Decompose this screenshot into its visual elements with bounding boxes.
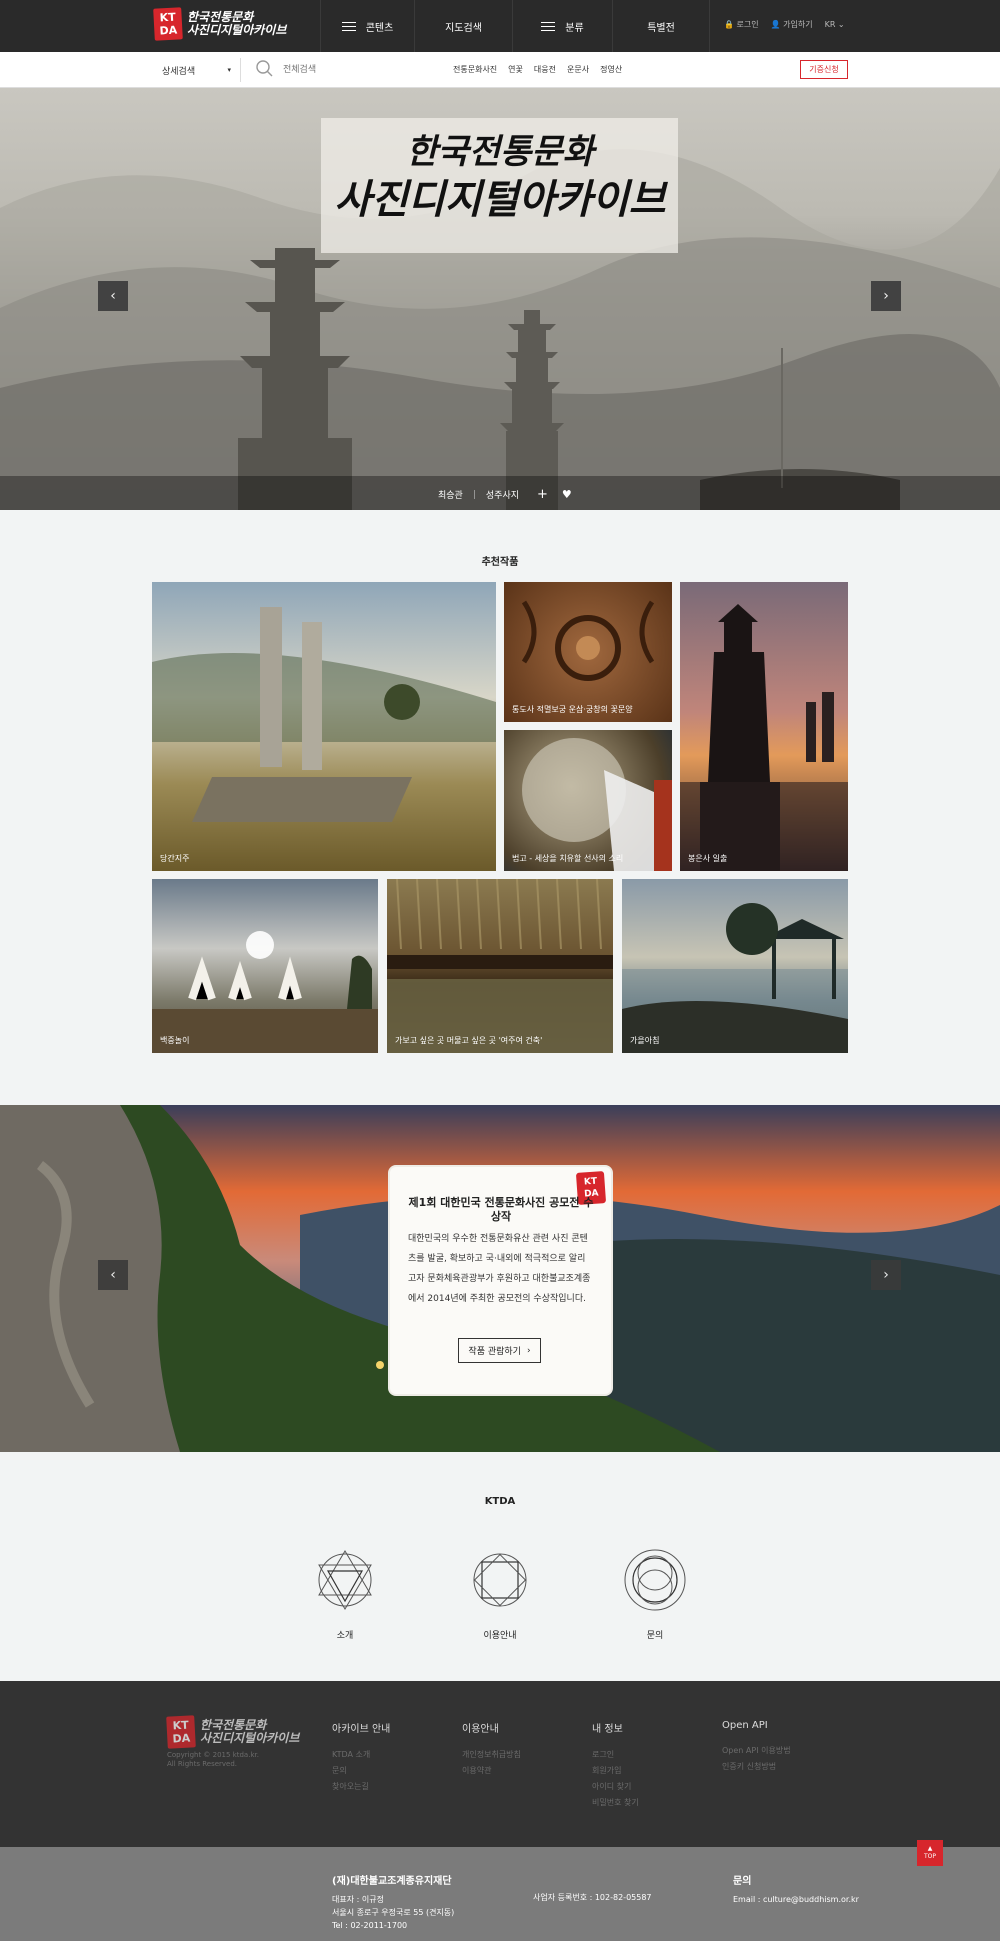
- menu-icon: [341, 21, 356, 31]
- join-link[interactable]: 👤 가입하기: [771, 19, 813, 30]
- hero-prev-button[interactable]: ‹: [98, 281, 128, 311]
- chevron-right-icon: ›: [883, 1267, 889, 1283]
- logo-wordmark: 한국전통문화 사진디지털아카이브: [187, 10, 287, 37]
- advanced-search-select[interactable]: 상세검색 ▾: [153, 58, 241, 82]
- view-works-button[interactable]: 작품 관람하기 ›: [458, 1338, 541, 1363]
- nav-category[interactable]: 분류: [512, 0, 612, 52]
- scroll-top-button[interactable]: ▲ TOP: [917, 1840, 943, 1866]
- keyword-link[interactable]: 대웅전: [534, 64, 556, 75]
- banner-next-button[interactable]: ›: [871, 1260, 901, 1290]
- footer-link[interactable]: 이용약관: [462, 1763, 521, 1779]
- recommended-tile[interactable]: 봉은사 일출: [680, 582, 848, 871]
- tile-photo: [521, 600, 655, 681]
- keyword-link[interactable]: 연꽃: [508, 64, 523, 75]
- footer-link[interactable]: 문의: [332, 1763, 390, 1779]
- language-select[interactable]: KR ⌄: [825, 20, 845, 29]
- login-link[interactable]: 🔒 로그인: [724, 19, 759, 30]
- circle-emblem-icon: [624, 1549, 686, 1611]
- tile-photo: [152, 931, 378, 1053]
- footer-link[interactable]: 비밀번호 찾기: [592, 1795, 639, 1811]
- hero-title: 한국전통문화 사진디지털아카이브: [334, 132, 666, 223]
- recommended-tile[interactable]: 가보고 싶은 곳 머물고 싶은 곳 '여주여 건축': [387, 879, 613, 1053]
- photographer-name[interactable]: 최승관: [438, 488, 463, 501]
- footer-column-my-info: 내 정보 로그인 회원가입 아이디 찾기 비밀번호 찾기: [592, 1720, 639, 1811]
- menu-icon: [541, 21, 556, 31]
- chevron-right-icon: ›: [883, 288, 889, 304]
- keyword-link[interactable]: 전통문화사진: [453, 64, 497, 75]
- footer-column-archive: 아카이브 안내 KTDA 소개 문의 찾아오는길: [332, 1720, 390, 1795]
- logo-badge: KT DA: [166, 1715, 196, 1749]
- chevron-down-icon: ▾: [227, 66, 231, 74]
- heart-icon[interactable]: ♥: [562, 488, 572, 501]
- popular-keywords: 전통문화사진 연꽃 대웅전 운문사 정영산: [453, 64, 622, 75]
- footer-link[interactable]: 찾아오는길: [332, 1779, 390, 1795]
- search-input[interactable]: [283, 59, 433, 81]
- footer-link[interactable]: 아이디 찾기: [592, 1779, 639, 1795]
- tile-photo: [152, 607, 496, 822]
- chevron-left-icon: ‹: [110, 288, 116, 304]
- nav-special-exhibition[interactable]: 특별전: [612, 0, 710, 52]
- recommended-tile[interactable]: 가을아침: [622, 879, 848, 1053]
- recommended-tile[interactable]: 당간지주: [152, 582, 496, 871]
- recommended-tile[interactable]: 법고 - 세상을 치유할 선사의 소리: [504, 730, 672, 871]
- footer-link[interactable]: 인증키 신청방법: [722, 1759, 791, 1775]
- recommended-title: 추천작품: [481, 557, 519, 568]
- contact-email[interactable]: Email : culture@buddhism.or.kr: [733, 1893, 859, 1906]
- logo-badge: KT DA: [153, 7, 183, 41]
- nav-contents[interactable]: 콘텐츠: [320, 0, 414, 52]
- triangle-emblem-icon: [318, 1550, 372, 1610]
- plus-icon[interactable]: +: [537, 487, 548, 502]
- ktda-contact[interactable]: 문의: [620, 1545, 690, 1641]
- business-number: 사업자 등록번호 : 102-82-05587: [533, 1893, 652, 1902]
- footer-link[interactable]: 로그인: [592, 1747, 639, 1763]
- square-emblem-icon: [473, 1553, 527, 1607]
- footer-link[interactable]: KTDA 소개: [332, 1747, 390, 1763]
- chevron-right-icon: ›: [526, 1345, 531, 1356]
- contest-description: 대한민국의 우수한 전통문화유산 관련 사진 콘텐츠를 발굴, 확보하고 국·내…: [408, 1234, 591, 1304]
- tile-photo: [680, 604, 848, 871]
- search-icon[interactable]: [256, 60, 273, 77]
- organization-info: (재)대한불교조계종유지재단 대표자 : 이규정 서울시 종로구 우정국로 55…: [332, 1876, 455, 1930]
- utility-links: 🔒 로그인 👤 가입하기 KR ⌄: [724, 19, 845, 30]
- footer-link[interactable]: 회원가입: [592, 1763, 639, 1779]
- ktda-about[interactable]: 소개: [310, 1545, 380, 1641]
- recommended-tile[interactable]: 통도사 적멸보궁 운삼·궁창의 꽃문양: [504, 582, 672, 722]
- keyword-link[interactable]: 운문사: [567, 64, 589, 75]
- ktda-section-title: KTDA: [484, 1496, 516, 1507]
- tile-photo: [522, 738, 672, 871]
- copyright: Copyright © 2015 ktda.kr. All Rights Res…: [167, 1751, 259, 1768]
- site-logo[interactable]: KT DA 한국전통문화 사진디지털아카이브: [153, 7, 287, 41]
- recommended-tile[interactable]: 백중놀이: [152, 879, 378, 1053]
- footer-column-open-api: Open API Open API 이용방법 인증키 신청방법: [722, 1720, 791, 1775]
- hero-next-button[interactable]: ›: [871, 281, 901, 311]
- footer-column-usage: 이용안내 개인정보취급방침 이용약관: [462, 1720, 521, 1779]
- nav-map-search[interactable]: 지도검색: [414, 0, 512, 52]
- tile-photo: [622, 903, 848, 1053]
- arrow-up-icon: ▲: [927, 1845, 933, 1852]
- chevron-left-icon: ‹: [110, 1267, 116, 1283]
- banner-prev-button[interactable]: ‹: [98, 1260, 128, 1290]
- contest-title: 제1회 대한민국 전통문화사진 공모전 수상작: [408, 1196, 594, 1223]
- footer-link[interactable]: 개인정보취급방침: [462, 1747, 521, 1763]
- tile-photo: [387, 879, 613, 1053]
- hero-caption: 최승관 | 성주사지 + ♥: [438, 487, 572, 502]
- contact-info: 문의 Email : culture@buddhism.or.kr: [733, 1876, 859, 1906]
- footer-link[interactable]: Open API 이용방법: [722, 1743, 791, 1759]
- keyword-link[interactable]: 정영산: [600, 64, 622, 75]
- donate-button[interactable]: 기증신청: [800, 60, 848, 79]
- photo-location[interactable]: 성주사지: [486, 488, 519, 501]
- ktda-guide[interactable]: 이용안내: [465, 1545, 535, 1641]
- footer-logo[interactable]: KT DA 한국전통문화 사진디지털아카이브: [166, 1715, 299, 1749]
